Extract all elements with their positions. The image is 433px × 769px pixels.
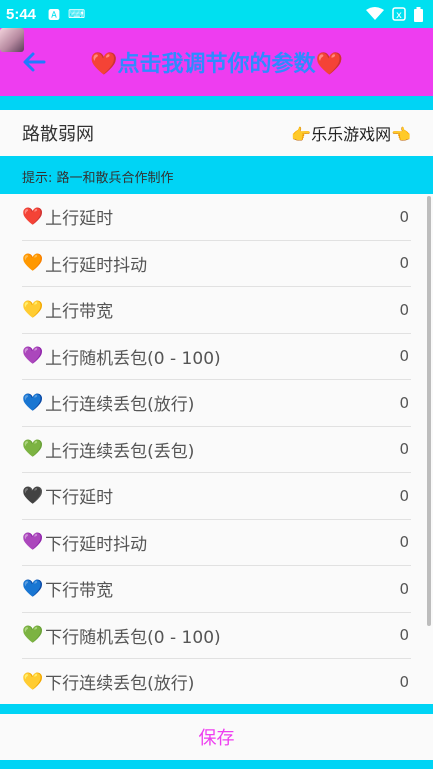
heart-icon: 🖤 [22,485,44,506]
page-title[interactable]: ❤️点击我调节你的参数❤️ [0,46,433,78]
status-bar: 5:44 🅰 ⌨ x [0,0,433,28]
network-label: 路散弱网 [22,124,94,145]
item-value: 0 [399,300,409,319]
heart-icon: 💛 [22,671,44,692]
wifi-icon [366,7,384,20]
notification-a-icon: 🅰 [48,7,61,22]
item-label: 下行延时抖动 [45,534,148,555]
heart-icon: 💙 [22,392,44,413]
list-item[interactable]: 💜 下行延时抖动 0 [22,520,411,566]
item-label: 下行带宽 [45,581,114,602]
item-label: 下行连续丢包(放行) [45,674,195,695]
item-value: 0 [399,207,409,226]
item-label: 上行连续丢包(放行) [45,395,195,416]
heart-icon: 💛 [22,299,44,320]
item-value: 0 [399,486,409,505]
network-row[interactable]: 路散弱网 👉乐乐游戏网👈 [0,110,433,156]
item-label: 上行延时 [45,209,114,230]
item-value: 0 [399,533,409,552]
item-value: 0 [399,626,409,645]
list-item[interactable]: 💚 上行连续丢包(丢包) 0 [22,427,411,473]
heart-icon: 💜 [22,532,44,553]
status-time: 5:44 [6,5,37,23]
bottom-strip [0,760,433,769]
list-item[interactable]: 💚 下行随机丢包(0 - 100) 0 [22,613,411,659]
divider-bottom [0,704,433,714]
scrollbar[interactable] [427,196,431,626]
list-item[interactable]: 💙 下行带宽 0 [22,566,411,613]
heart-icon: 💚 [22,439,44,460]
save-area: 保存 [0,714,433,760]
list-item[interactable]: 💜 上行随机丢包(0 - 100) 0 [22,334,411,380]
divider-top [0,96,433,110]
item-label: 上行随机丢包(0 - 100) [45,348,221,369]
save-button[interactable]: 保存 [199,724,235,750]
heart-icon: 🧡 [22,253,44,274]
item-label: 上行连续丢包(丢包) [45,441,195,462]
item-value: 0 [399,347,409,366]
keyboard-icon: ⌨ [68,7,86,21]
parameter-list[interactable]: ❤️ 上行延时 0 🧡 上行延时抖动 0 💛 上行带宽 0 💜 上行随机丢包(0 - 100) 0 💙 上… [0,194,433,704]
item-label: 上行延时抖动 [45,255,148,276]
list-item[interactable]: 🖤 下行延时 0 [22,473,411,520]
status-right: x [366,6,423,22]
item-label: 上行带宽 [45,302,114,323]
network-value: 👉乐乐游戏网👈 [291,125,411,144]
list-item[interactable]: 💛 下行连续丢包(放行) 0 [22,659,411,704]
list-item[interactable]: ❤️ 上行延时 0 [22,194,411,241]
heart-icon: 💚 [22,625,44,646]
svg-text:x: x [396,10,402,21]
heart-icon: 💜 [22,346,44,367]
list-item[interactable]: 💙 上行连续丢包(放行) 0 [22,380,411,427]
avatar [0,28,24,52]
hint-text: 提示: 路一和散兵合作制作 [0,156,433,194]
heart-icon: ❤️ [22,206,44,227]
item-value: 0 [399,579,409,598]
battery-icon [414,6,423,22]
item-value: 0 [399,254,409,273]
list-item[interactable]: 💛 上行带宽 0 [22,287,411,334]
no-sim-icon: x [392,7,406,21]
item-label: 下行延时 [45,488,114,509]
item-value: 0 [399,672,409,691]
app-bar: ❤️点击我调节你的参数❤️ [0,28,433,96]
heart-icon: 💙 [22,578,44,599]
item-value: 0 [399,440,409,459]
list-item[interactable]: 🧡 上行延时抖动 0 [22,241,411,287]
item-value: 0 [399,393,409,412]
item-label: 下行随机丢包(0 - 100) [45,627,221,648]
